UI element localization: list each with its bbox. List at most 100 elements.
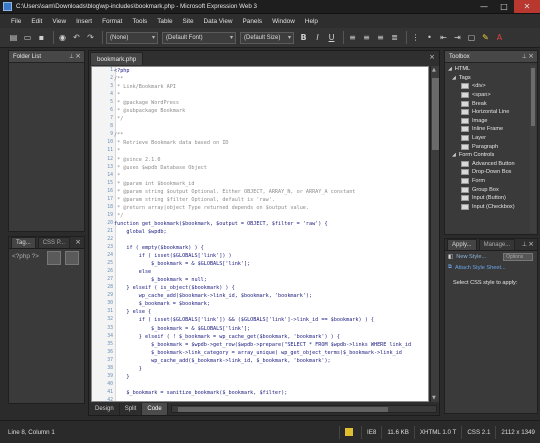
code-line[interactable]: * Link/Bookmark API [114,83,428,91]
menu-panels[interactable]: Panels [238,18,268,25]
close-button[interactable]: ✕ [514,0,540,13]
tab-css-properties[interactable]: CSS P... [37,237,70,248]
toolbox-item-drop-down-box[interactable]: Drop-Down Box [445,168,537,177]
minimize-button[interactable]: — [474,0,494,13]
bold-icon[interactable]: B [298,32,309,43]
code-line[interactable]: } [114,365,428,373]
page-size-status[interactable]: 2112 x 1349 [495,425,540,439]
pin-icon[interactable]: ⊥ [522,241,527,248]
vertical-scrollbar[interactable]: ▲ ▼ [430,66,439,402]
toolbox-group-html[interactable]: ◢ HTML [445,65,537,74]
tab-apply-styles[interactable]: Apply... [447,239,477,250]
code-area[interactable]: 1 2 3 4 5 6 7 8 9 10 11 12 13 14 15 16 17 18 19 20 21 22 23 24 2… [91,66,429,402]
open-icon[interactable]: ▭ [22,32,33,43]
code-line[interactable]: * [114,172,428,180]
css-schema-status[interactable]: CSS 2.1 [461,425,495,439]
close-icon[interactable]: × [528,52,534,60]
code-line[interactable]: $_bookmark = $bookmark; [114,300,428,308]
style-combo[interactable]: (None) ▾ [106,31,158,44]
code-line[interactable]: if ( empty($bookmark) ) { [114,244,428,252]
toolbox-item-div[interactable]: <div> [445,82,537,91]
code-line[interactable]: $_bookmark = null; [114,276,428,284]
code-line[interactable]: * Retrieve Bookmark data based on ID [114,139,428,147]
scroll-up-icon[interactable]: ▲ [432,67,436,73]
categorized-view-icon[interactable] [47,251,61,265]
tab-tag-properties[interactable]: Tag... [11,237,36,248]
preview-icon[interactable]: ◉ [57,32,68,43]
menu-table[interactable]: Table [152,18,177,25]
toolbox-scrollbar[interactable] [530,65,536,233]
pin-icon[interactable]: ⊥ [522,53,527,60]
toolbox-item-input-checkbox[interactable]: Input (Checkbox) [445,203,537,212]
tab-design[interactable]: Design [90,403,120,415]
align-left-icon[interactable]: ≡ [347,32,358,43]
font-color-icon[interactable]: A [494,32,505,43]
menu-help[interactable]: Help [300,18,323,25]
bullet-list-icon[interactable]: • [424,32,435,43]
code-line[interactable]: wp_cache_add($bookmark->link_id, $bookma… [114,292,428,300]
new-style-link[interactable]: New Style... [456,254,486,260]
code-line[interactable]: * @since 2.1.0 [114,156,428,164]
outdent-icon[interactable]: ⇤ [438,32,449,43]
code-line[interactable]: <?php [114,67,428,75]
scrollbar-thumb[interactable] [178,407,388,412]
toolbox-item-form[interactable]: Form [445,177,537,186]
scrollbar-thumb[interactable] [531,68,535,126]
menu-tools[interactable]: Tools [127,18,152,25]
code-line[interactable] [114,381,428,389]
align-center-icon[interactable]: ≡ [361,32,372,43]
toolbox-item-inline-frame[interactable]: Inline Frame [445,125,537,134]
align-right-icon[interactable]: ≡ [375,32,386,43]
code-lines[interactable]: <?php/** * Link/Bookmark API * * @packag… [114,67,428,401]
code-line[interactable]: } elseif ( ! $_bookmark = wp_cache_get($… [114,333,428,341]
code-line[interactable]: /** [114,131,428,139]
toolbox-item-paragraph[interactable]: Paragraph [445,142,537,151]
document-tab[interactable]: bookmark.php [90,52,144,65]
tab-split[interactable]: Split [120,403,143,415]
font-combo[interactable]: (Default Font) ▾ [162,31,236,44]
toolbox-item-input-button[interactable]: Input (Button) [445,194,537,203]
menu-file[interactable]: File [6,18,26,25]
scrollbar-thumb[interactable] [432,78,439,150]
pin-icon[interactable]: ⊥ [69,53,74,60]
code-line[interactable] [114,397,428,401]
code-line[interactable]: * [114,91,428,99]
toolbox-item-image[interactable]: Image [445,117,537,126]
code-line[interactable]: * @param int $bookmark_id [114,180,428,188]
code-line[interactable] [114,123,428,131]
code-line[interactable]: * @param string $filter Optional, defaul… [114,196,428,204]
code-line[interactable]: /** [114,75,428,83]
code-line[interactable]: * @return array|object Type returned dep… [114,204,428,212]
menu-site[interactable]: Site [178,18,199,25]
code-line[interactable]: if ( isset($GLOBALS['link']) ) [114,252,428,260]
menu-view[interactable]: View [47,18,71,25]
close-icon[interactable]: × [75,238,81,246]
toolbox-item-horizontal-line[interactable]: Horizontal Line [445,108,537,117]
warning-status[interactable] [339,425,361,439]
code-line[interactable]: * @uses $wpdb Database Object [114,164,428,172]
maximize-button[interactable]: □ [494,0,514,13]
undo-icon[interactable]: ↶ [71,32,82,43]
code-line[interactable]: * [114,147,428,155]
menu-window[interactable]: Window [267,18,300,25]
italic-icon[interactable]: I [312,32,323,43]
code-line[interactable]: if ( isset($GLOBALS['link']) && ($GLOBAL… [114,316,428,324]
code-line[interactable]: } elseif ( is_object($bookmark) ) { [114,284,428,292]
code-line[interactable]: $_bookmark->link_category = array_unique… [114,349,428,357]
code-line[interactable]: wp_cache_add($_bookmark->link_id, $_book… [114,357,428,365]
scroll-down-icon[interactable]: ▼ [432,395,436,401]
redo-icon[interactable]: ↷ [85,32,96,43]
code-line[interactable]: $_bookmark = $wpdb->get_row($wpdb->prepa… [114,341,428,349]
code-line[interactable]: function get_bookmark($bookmark, $output… [114,220,428,228]
toolbox-item-advanced-button[interactable]: Advanced Button [445,160,537,169]
code-line[interactable]: * @subpackage Bookmark [114,107,428,115]
code-line[interactable]: $_bookmark = & $GLOBALS['link']; [114,260,428,268]
toolbox-item-group-box[interactable]: Group Box [445,185,537,194]
code-line[interactable]: $_bookmark = sanitize_bookmark($_bookmar… [114,389,428,397]
close-icon[interactable]: × [75,52,81,60]
toolbox-group-form-controls[interactable]: ◢ Form Controls [445,151,537,160]
numbered-list-icon[interactable]: ⋮ [410,32,421,43]
new-page-icon[interactable]: ▤ [8,32,19,43]
code-line[interactable]: } else { [114,308,428,316]
menu-format[interactable]: Format [97,18,127,25]
